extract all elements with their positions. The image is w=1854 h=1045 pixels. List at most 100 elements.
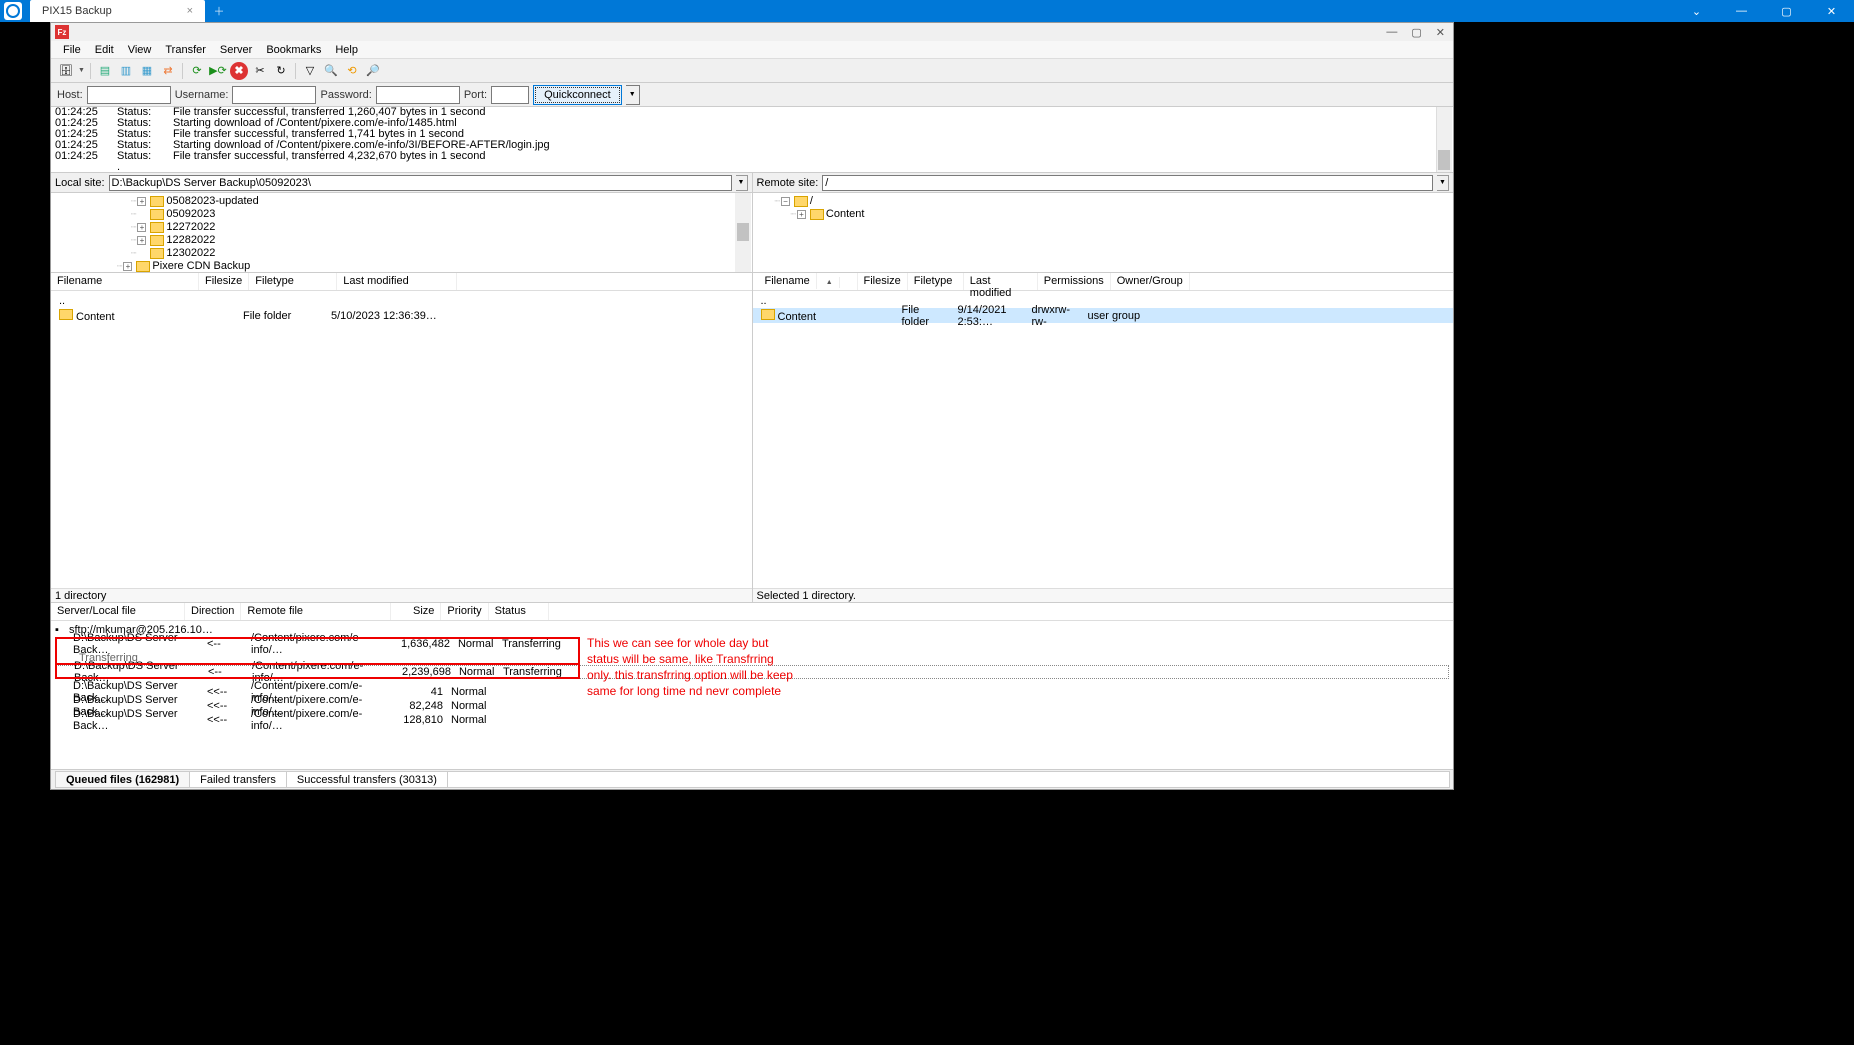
qcol-remotefile[interactable]: Remote file: [241, 603, 391, 620]
username-input[interactable]: [232, 86, 316, 104]
tab-failed[interactable]: Failed transfers: [189, 771, 287, 788]
process-queue-icon[interactable]: ▶⟳: [209, 62, 227, 80]
port-label: Port:: [464, 89, 487, 101]
local-file-list[interactable]: .. ContentFile folder5/10/2023 12:36:39…: [51, 291, 752, 588]
sitemanager-dropdown-icon[interactable]: ▼: [78, 67, 85, 74]
menu-transfer[interactable]: Transfer: [159, 43, 212, 57]
col-lastmod[interactable]: Last modified: [964, 273, 1038, 290]
local-tree[interactable]: ┈+ 05082023-updated┈ 05092023┈+ 12272022…: [51, 193, 752, 273]
col-permissions[interactable]: Permissions: [1038, 273, 1111, 290]
app-maximize-icon[interactable]: ▢: [1411, 26, 1421, 39]
expand-icon[interactable]: +: [137, 197, 146, 206]
message-log[interactable]: 01:24:25Status:File transfer successful,…: [51, 107, 1453, 173]
local-path-input[interactable]: [109, 175, 732, 191]
tree-item[interactable]: ┈ 05092023: [59, 208, 752, 221]
disconnect-icon[interactable]: ✂: [251, 62, 269, 80]
remote-tree[interactable]: ┈− /┈+ Content: [753, 193, 1454, 273]
local-pane: Local site: ▼ ┈+ 05082023-updated┈ 05092…: [51, 173, 753, 602]
tree-item[interactable]: ┈+ Pixere CDN Backup: [59, 260, 752, 273]
qcol-size[interactable]: Size: [391, 603, 441, 620]
reconnect-icon[interactable]: ↻: [272, 62, 290, 80]
sitemanager-icon[interactable]: 🗄: [57, 62, 75, 80]
session-tab[interactable]: PIX15 Backup ×: [30, 0, 205, 22]
qcol-direction[interactable]: Direction: [185, 603, 241, 620]
local-file-header[interactable]: Filename Filesize Filetype Last modified: [51, 273, 752, 291]
port-input[interactable]: [491, 86, 529, 104]
close-icon[interactable]: ✕: [1809, 0, 1854, 22]
queue-row[interactable]: D:\Backup\DS Server Back…<<--/Content/pi…: [55, 713, 1449, 727]
quickconnect-button[interactable]: Quickconnect: [533, 85, 622, 105]
toggle-remote-tree-icon[interactable]: ▦: [138, 62, 156, 80]
expand-icon[interactable]: +: [123, 262, 132, 271]
qcol-status[interactable]: Status: [489, 603, 549, 620]
tree-item[interactable]: ┈+ Content: [761, 208, 1454, 221]
search-icon[interactable]: 🔎: [364, 62, 382, 80]
local-path-dropdown-icon[interactable]: ▼: [736, 175, 748, 191]
remote-path-dropdown-icon[interactable]: ▼: [1437, 175, 1449, 191]
toggle-local-tree-icon[interactable]: ▥: [117, 62, 135, 80]
col-filetype[interactable]: Filetype: [249, 273, 337, 290]
maximize-icon[interactable]: ▢: [1764, 0, 1809, 22]
tree-item[interactable]: ┈+ 12272022: [59, 221, 752, 234]
scrollbar[interactable]: [1436, 107, 1452, 172]
toggle-queue-icon[interactable]: ⇄: [159, 62, 177, 80]
tree-item-label: /: [810, 195, 813, 208]
col-lastmod[interactable]: Last modified: [337, 273, 457, 290]
col-filename[interactable]: Filename: [51, 273, 199, 290]
col-filesize[interactable]: Filesize: [199, 273, 249, 290]
remote-path-input[interactable]: [822, 175, 1433, 191]
tree-item[interactable]: ┈+ 12282022: [59, 234, 752, 247]
filter-icon[interactable]: ▽: [301, 62, 319, 80]
compare-icon[interactable]: 🔍: [322, 62, 340, 80]
toggle-log-icon[interactable]: ▤: [96, 62, 114, 80]
host-input[interactable]: [87, 86, 171, 104]
close-tab-icon[interactable]: ×: [187, 5, 193, 17]
new-tab-button[interactable]: ＋: [205, 0, 233, 22]
remote-file-header[interactable]: Filename▲ Filesize Filetype Last modifie…: [753, 273, 1454, 291]
quickconnect-dropdown-icon[interactable]: ▼: [626, 85, 640, 105]
scrollbar[interactable]: [735, 193, 751, 272]
app-close-icon[interactable]: ✕: [1436, 26, 1445, 39]
password-input[interactable]: [376, 86, 460, 104]
tab-success[interactable]: Successful transfers (30313): [286, 771, 448, 788]
tab-queued[interactable]: Queued files (162981): [55, 771, 190, 788]
queue-header[interactable]: Server/Local file Direction Remote file …: [51, 603, 1453, 621]
expand-icon[interactable]: +: [137, 223, 146, 232]
menu-edit[interactable]: Edit: [89, 43, 120, 57]
file-row[interactable]: ..: [753, 293, 1454, 308]
refresh-icon[interactable]: ⟳: [188, 62, 206, 80]
tree-item[interactable]: ┈+ 05082023-updated: [59, 195, 752, 208]
annotation-text: This we can see for whole day but status…: [587, 635, 797, 699]
transfer-queue[interactable]: ▪ sftp://mkumar@205.216.10… This we can …: [51, 621, 1453, 769]
expand-icon[interactable]: +: [137, 236, 146, 245]
tree-item[interactable]: ┈− /: [761, 195, 1454, 208]
menu-help[interactable]: Help: [329, 43, 364, 57]
col-filetype[interactable]: Filetype: [908, 273, 964, 290]
minimize-icon[interactable]: —: [1719, 0, 1764, 22]
expand-icon[interactable]: −: [781, 197, 790, 206]
remote-file-list[interactable]: .. ContentFile folder9/14/2021 2:53:…drw…: [753, 291, 1454, 588]
qcol-priority[interactable]: Priority: [441, 603, 488, 620]
sync-browse-icon[interactable]: ⟲: [343, 62, 361, 80]
expand-icon[interactable]: +: [797, 210, 806, 219]
file-row[interactable]: ContentFile folder9/14/2021 2:53:…drwxrw…: [753, 308, 1454, 323]
menu-server[interactable]: Server: [214, 43, 258, 57]
quickconnect-bar: Host: Username: Password: Port: Quickcon…: [51, 83, 1453, 107]
app-minimize-icon[interactable]: —: [1386, 26, 1397, 39]
remote-status: Selected 1 directory.: [753, 588, 1454, 602]
tree-item[interactable]: ┈ 12302022: [59, 247, 752, 260]
password-label: Password:: [320, 89, 371, 101]
menu-view[interactable]: View: [122, 43, 158, 57]
chevron-down-icon[interactable]: ⌄: [1674, 0, 1719, 22]
col-owner[interactable]: Owner/Group: [1111, 273, 1190, 290]
col-filename[interactable]: Filename▲: [753, 273, 858, 290]
file-row[interactable]: ContentFile folder5/10/2023 12:36:39…: [51, 308, 752, 323]
tree-item-label: 12282022: [166, 234, 215, 247]
menu-file[interactable]: File: [57, 43, 87, 57]
qcol-serverlocal[interactable]: Server/Local file: [51, 603, 185, 620]
queue-tabs: Queued files (162981) Failed transfers S…: [51, 769, 1453, 789]
file-row[interactable]: ..: [51, 293, 752, 308]
menu-bookmarks[interactable]: Bookmarks: [260, 43, 327, 57]
cancel-icon[interactable]: ✖: [230, 62, 248, 80]
col-filesize[interactable]: Filesize: [858, 273, 908, 290]
